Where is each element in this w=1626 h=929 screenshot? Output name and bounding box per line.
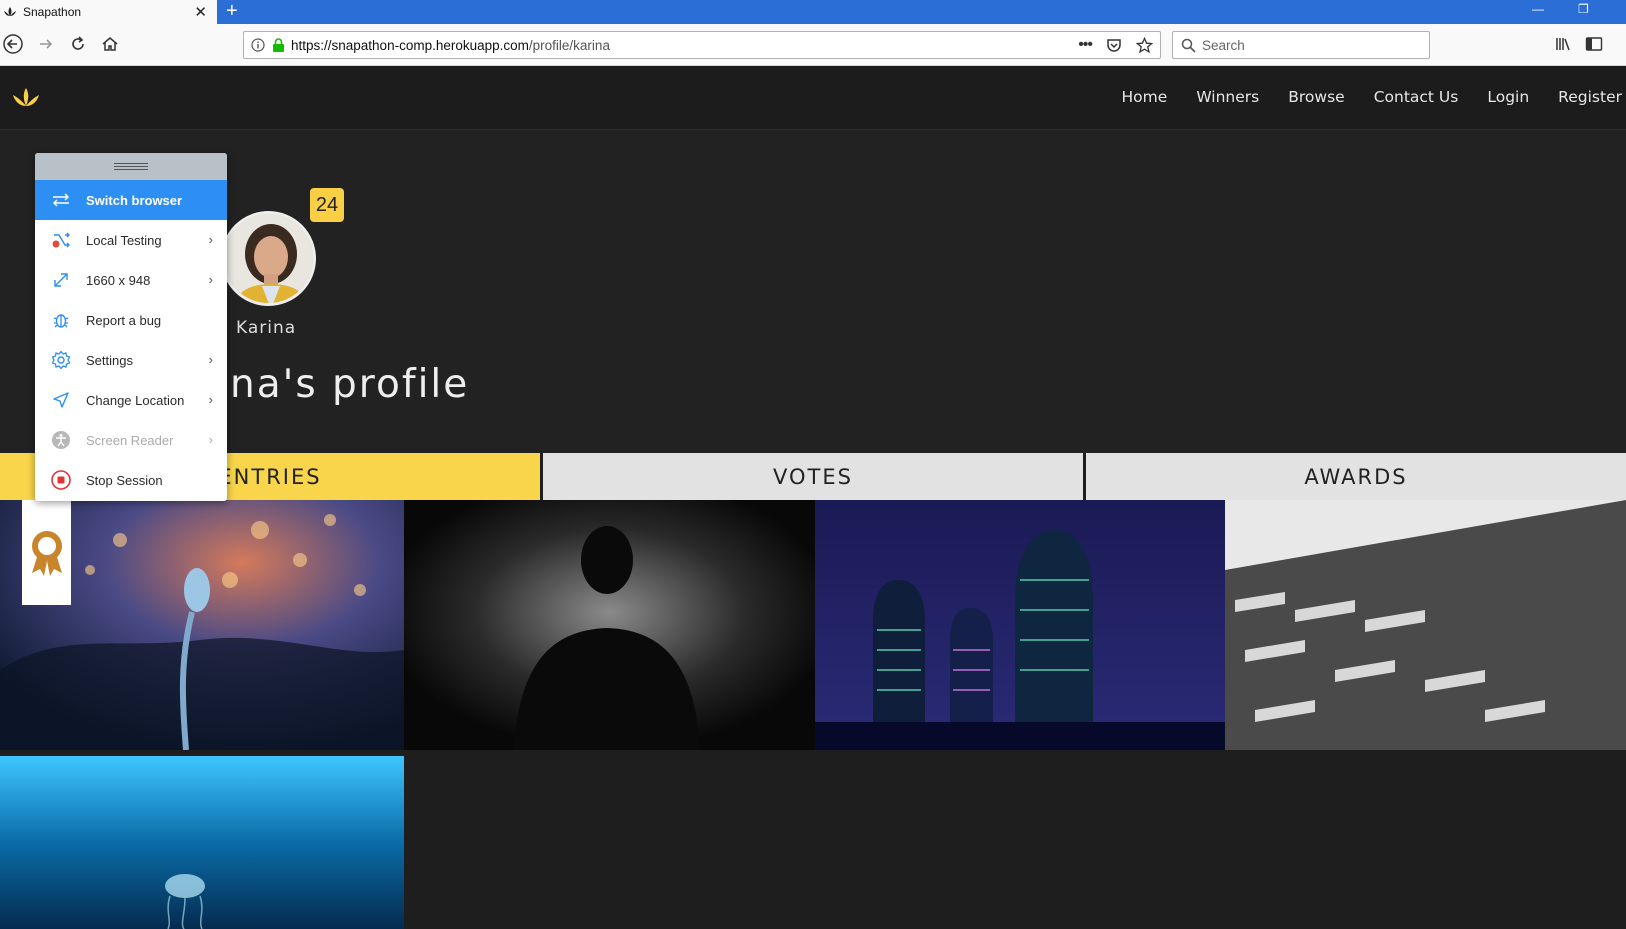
sidebar-icon <box>1585 37 1603 51</box>
menu-resolution-label: 1660 x 948 <box>86 272 151 288</box>
url-host: https://snapathon-comp.herokuapp.com <box>291 37 529 53</box>
menu-change-location-label: Change Location <box>86 392 185 408</box>
entry-photo-city-night[interactable] <box>815 500 1225 750</box>
nav-browse[interactable]: Browse <box>1288 88 1344 106</box>
browser-toolbar: https://snapathon-comp.herokuapp.com/pro… <box>0 24 1626 66</box>
reload-icon <box>72 36 84 50</box>
menu-screen-reader: Screen Reader › <box>35 420 227 460</box>
minimize-icon[interactable]: — <box>1532 2 1544 16</box>
tab-votes-label: VOTES <box>773 464 853 489</box>
new-tab-button[interactable]: + <box>226 1 238 21</box>
menu-switch-browser-label: Switch browser <box>86 192 183 208</box>
bug-icon <box>50 309 72 331</box>
sidebar-toggle-button[interactable] <box>1583 33 1605 55</box>
nav-home[interactable]: Home <box>1122 88 1168 106</box>
panel-drag-handle[interactable] <box>35 153 227 180</box>
menu-local-testing[interactable]: Local Testing › <box>35 220 227 260</box>
home-button[interactable] <box>99 33 121 55</box>
menu-settings-label: Settings <box>86 352 133 368</box>
back-button[interactable] <box>2 33 24 55</box>
bookmark-star-icon[interactable] <box>1136 36 1153 54</box>
url-bar[interactable]: https://snapathon-comp.herokuapp.com/pro… <box>243 31 1161 59</box>
drag-handle-icon <box>114 163 148 170</box>
award-ribbon-badge[interactable] <box>22 500 71 605</box>
chevron-right-icon: › <box>208 352 213 367</box>
menu-stop-session[interactable]: Stop Session <box>35 460 227 500</box>
snapathon-logo-icon[interactable] <box>12 86 40 110</box>
url-path: /profile/karina <box>528 37 610 53</box>
nav-contact-us[interactable]: Contact Us <box>1374 88 1459 106</box>
menu-local-testing-label: Local Testing <box>86 232 162 248</box>
resolution-icon <box>50 269 72 291</box>
accessibility-icon <box>50 429 72 451</box>
nav-login[interactable]: Login <box>1487 88 1529 106</box>
reload-button[interactable] <box>67 33 89 55</box>
pocket-icon[interactable] <box>1106 37 1122 53</box>
site-navbar: Home Winners Browse Contact Us Login Reg… <box>0 66 1626 130</box>
entry-photo-jellyfish[interactable] <box>0 756 404 929</box>
nav-winners[interactable]: Winners <box>1196 88 1259 106</box>
library-icon <box>1556 38 1570 51</box>
menu-change-location[interactable]: Change Location › <box>35 380 227 420</box>
search-bar[interactable]: Search <box>1172 31 1430 59</box>
award-ribbon-icon <box>31 530 62 576</box>
forward-arrow-icon <box>40 39 53 49</box>
menu-report-bug-label: Report a bug <box>86 312 162 328</box>
info-icon[interactable] <box>251 38 265 52</box>
switch-icon <box>50 189 72 211</box>
chevron-right-icon: › <box>208 392 213 407</box>
menu-switch-browser[interactable]: Switch browser <box>35 180 227 220</box>
location-icon <box>50 389 72 411</box>
tab-awards[interactable]: AWARDS <box>1086 453 1626 500</box>
chevron-right-icon: › <box>208 432 213 447</box>
profile-title: na's profile <box>230 362 470 407</box>
menu-screen-reader-label: Screen Reader <box>86 432 174 448</box>
tab-votes[interactable]: VOTES <box>543 453 1083 500</box>
page-actions-icon[interactable]: ••• <box>1078 36 1093 54</box>
forward-button[interactable] <box>35 33 57 55</box>
tab-entries-label: ENTRIES <box>218 464 322 489</box>
local-testing-icon <box>50 229 72 251</box>
restore-icon[interactable]: ❐ <box>1578 2 1589 16</box>
library-button[interactable] <box>1552 33 1574 55</box>
menu-resolution[interactable]: 1660 x 948 › <box>35 260 227 300</box>
snapathon-favicon-icon <box>4 7 16 16</box>
chevron-right-icon: › <box>208 272 213 287</box>
entries-count-badge: 24 <box>310 188 344 222</box>
stop-icon <box>50 469 72 491</box>
gear-icon <box>50 349 72 371</box>
secure-lock-icon <box>272 38 285 52</box>
menu-stop-session-label: Stop Session <box>86 472 163 488</box>
browser-titlebar: Snapathon ✕ + — ❐ <box>0 0 1626 24</box>
browser-tab[interactable]: Snapathon ✕ <box>0 0 217 24</box>
tab-title: Snapathon <box>23 5 82 19</box>
tab-close-icon[interactable]: ✕ <box>194 3 207 21</box>
session-toolbar-panel: Switch browser Local Testing › 1660 x 94… <box>35 153 227 501</box>
profile-avatar <box>221 211 316 306</box>
entry-photo-silhouette[interactable] <box>404 500 815 750</box>
back-arrow-icon <box>3 34 23 54</box>
chevron-right-icon: › <box>208 232 213 247</box>
entry-photo-building[interactable] <box>1225 500 1626 750</box>
nav-register[interactable]: Register <box>1558 88 1622 106</box>
profile-tabs: ENTRIES VOTES AWARDS <box>0 453 1626 500</box>
home-icon <box>102 37 118 51</box>
menu-report-bug[interactable]: Report a bug <box>35 300 227 340</box>
profile-name: Karina <box>236 318 297 338</box>
search-icon <box>1181 38 1196 53</box>
site-nav-links: Home Winners Browse Contact Us Login Reg… <box>1122 88 1622 106</box>
tab-awards-label: AWARDS <box>1304 464 1408 489</box>
search-placeholder: Search <box>1202 37 1245 53</box>
menu-settings[interactable]: Settings › <box>35 340 227 380</box>
url-text[interactable]: https://snapathon-comp.herokuapp.com/pro… <box>291 38 1071 53</box>
